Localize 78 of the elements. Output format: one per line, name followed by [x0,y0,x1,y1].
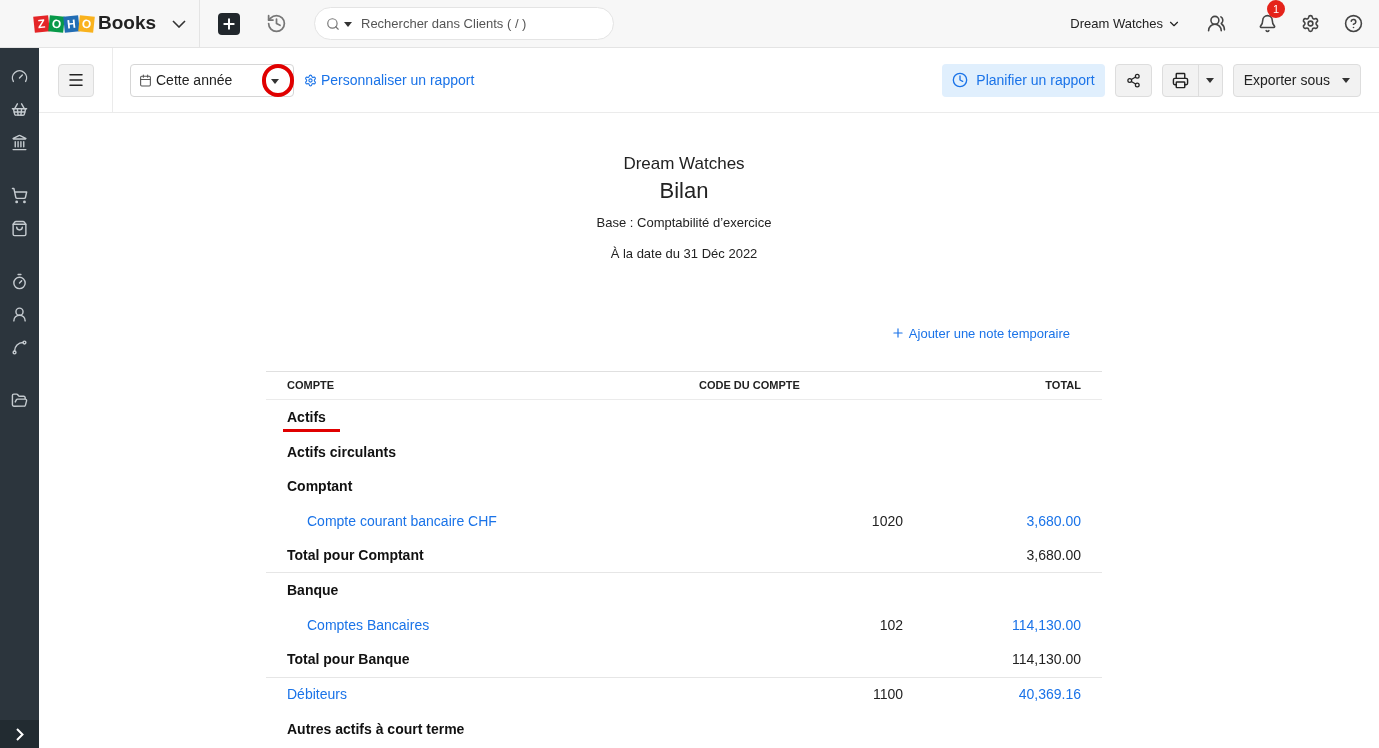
expand-sidebar-button[interactable] [0,720,39,748]
bell-icon [1258,14,1277,33]
timer-icon [11,273,28,290]
history-icon [266,13,287,34]
total-label: Total pour Banque [287,651,410,668]
menu-icon [66,71,85,89]
settings-icon [304,73,317,87]
product-name: Books [98,11,157,36]
company-name: Dream Watches [623,153,745,175]
sidebar-item[interactable] [11,339,28,356]
search-field[interactable]: Rechercher dans Clients ( / ) [314,7,614,40]
section-heading: Actifs [287,408,326,425]
share-icon [1125,72,1141,88]
sidebar-item[interactable] [11,187,28,204]
period-dropdown[interactable]: Cette année [130,63,294,97]
plus-icon [221,15,237,32]
account-total[interactable]: 114,130.00 [1011,616,1081,633]
report-date: À la date du 31 Déc 2022 [610,245,758,263]
report-title: Bilan [659,176,709,205]
calendar-icon [139,73,152,87]
basket-icon [11,101,28,118]
account-link[interactable]: Comptes Bancaires [307,616,430,633]
section-heading: Banque [287,582,339,599]
account-code: 102 [879,616,903,633]
sidebar-item[interactable] [11,134,28,151]
account-total: 3,680.00 [1026,547,1081,564]
export-button[interactable]: Exporter sous [1232,63,1361,97]
caret-icon [1342,77,1350,83]
section-heading: Comptant [287,478,353,495]
account-code: 1020 [871,512,903,529]
column-header: COMPTE [287,378,336,394]
settings-icon [1301,14,1320,33]
caret-icon [1206,77,1215,83]
add-note-link[interactable]: Ajouter une note temporaire [890,323,1070,343]
sidebar-item[interactable] [11,273,28,290]
sidebar-item[interactable] [11,306,28,323]
annotation-underline [283,428,340,432]
chevron-right-icon [15,727,24,741]
customize-report-link[interactable]: Personnaliser un rapport [304,69,475,91]
gauge-icon [11,68,28,85]
notification-badge: 1 [1267,0,1285,18]
account-code: 1100 [872,686,903,703]
clock-icon [952,72,969,88]
account-link[interactable]: Compte courant bancaire CHF [307,512,497,529]
chevron-down-icon [172,19,187,28]
caret-icon [271,78,279,84]
new-button[interactable] [218,12,240,35]
menu-button[interactable] [57,63,94,97]
account-link[interactable]: Débiteurs [287,686,347,703]
column-header: TOTAL [1044,378,1081,394]
section-heading: Actifs circulants [287,443,396,460]
search-icon [326,17,340,31]
column-header: CODE DU COMPTE [698,378,801,394]
report-basis: Base : Comptabilité d’exercice [596,213,772,232]
schedule-report-button[interactable]: Planifier un rapport [942,63,1105,97]
share-button[interactable] [1114,63,1152,97]
total-label: Total pour Comptant [287,547,424,564]
cart-icon [11,187,28,204]
sidebar-item[interactable] [11,101,28,118]
sidebar-item[interactable] [11,392,28,409]
caret-icon [344,21,352,27]
chart-line-icon [11,339,28,356]
users-icon [1207,14,1226,33]
account-total: 114,130.00 [1011,651,1081,668]
printer-icon [1171,71,1189,89]
sidebar-item[interactable] [11,220,28,237]
account-total[interactable]: 3,680.00 [1026,512,1081,529]
bag-icon [11,220,28,237]
section-heading: Autres actifs à court terme [287,721,465,738]
help-icon [1344,14,1363,33]
account-total[interactable]: 40,369.16 [1018,686,1081,703]
logo[interactable]: Z O H O [34,15,94,32]
plus-icon [890,326,905,341]
organization-menu[interactable]: Dream Watches [1070,13,1181,34]
user-icon [11,306,28,323]
sidebar-item[interactable] [11,68,28,85]
bank-icon [11,134,28,151]
folder-icon [11,392,28,409]
